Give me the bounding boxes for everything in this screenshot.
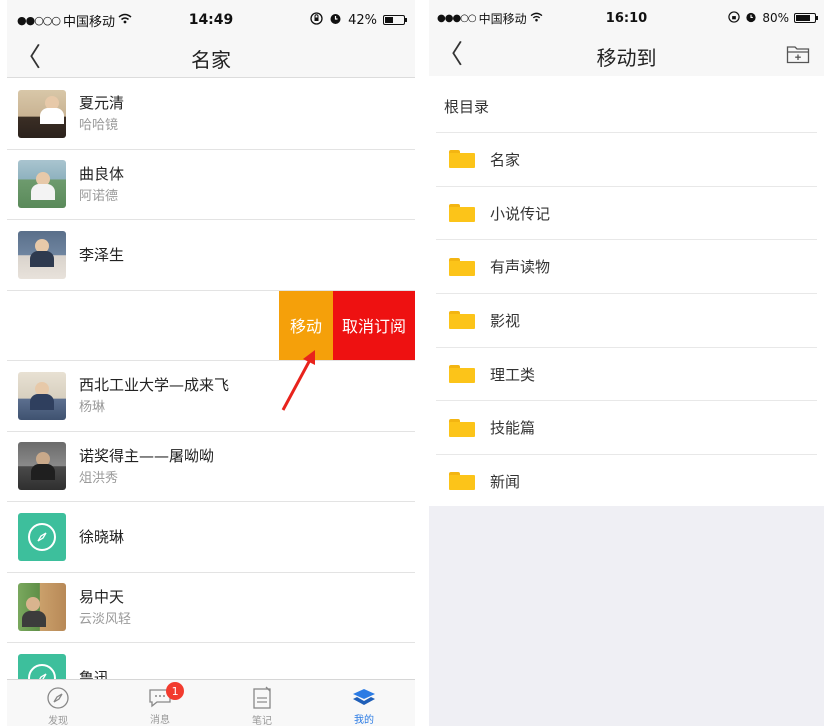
list-item[interactable]: 诺奖得主——屠呦呦 俎洪秀 <box>7 431 415 502</box>
list-item[interactable]: 徐晓琳 <box>7 502 415 573</box>
avatar <box>18 583 66 632</box>
compass-icon <box>28 522 56 551</box>
back-button[interactable]: 〈 <box>15 42 41 74</box>
folder-icon <box>449 472 475 491</box>
left-screen: ●●○○○ 中国移动 14:49 42% 〈 名家 夏元清 哈哈镜 曲良体 阿诺… <box>7 0 415 726</box>
item-name: 徐晓琳 <box>79 527 125 546</box>
status-bar: ●●●○○ 中国移动 16:10 80% <box>429 0 824 36</box>
folder-item[interactable]: 小说传记 <box>436 185 817 240</box>
folder-item[interactable]: 有声读物 <box>436 239 817 293</box>
item-sub: 云淡风轻 <box>79 611 132 627</box>
wifi-icon <box>118 13 132 28</box>
battery-icon <box>383 15 407 25</box>
carrier-label: 中国移动 <box>63 14 116 30</box>
tab-notes[interactable]: 笔记 <box>211 680 313 726</box>
folder-icon <box>449 311 475 330</box>
orientation-lock-icon <box>310 11 323 29</box>
item-name: 李泽生 <box>79 245 125 264</box>
swiped-list-item[interactable]: 移动 取消订阅 <box>7 290 415 361</box>
folder-icon <box>449 418 475 437</box>
status-bar: ●●○○○ 中国移动 14:49 42% <box>7 0 415 40</box>
item-sub: 哈哈镜 <box>79 118 119 134</box>
folder-name: 理工类 <box>490 365 536 384</box>
item-sub: 杨琳 <box>79 400 106 416</box>
new-folder-icon[interactable] <box>786 44 810 64</box>
tab-messages[interactable]: 1 消息 <box>109 680 211 726</box>
folder-name: 技能篇 <box>490 419 536 438</box>
folder-item[interactable]: 技能篇 <box>436 400 817 454</box>
unread-badge: 1 <box>166 682 185 700</box>
item-name: 易中天 <box>79 587 125 606</box>
tab-mine[interactable]: 我的 <box>313 680 415 726</box>
note-icon <box>249 686 275 710</box>
list-item[interactable]: 曲良体 阿诺德 <box>7 149 415 220</box>
root-directory[interactable]: 根目录 <box>429 80 824 132</box>
tab-discover[interactable]: 发现 <box>7 680 109 726</box>
avatar <box>18 230 66 279</box>
list-item[interactable]: 夏元清 哈哈镜 <box>7 79 415 150</box>
page-title: 名家 <box>191 48 231 72</box>
item-sub: 俎洪秀 <box>79 470 119 486</box>
avatar <box>18 512 66 561</box>
folder-list: 名家小说传记有声读物影视理工类技能篇新闻 <box>429 132 824 508</box>
folder-name: 影视 <box>490 311 521 330</box>
unsubscribe-button[interactable]: 取消订阅 <box>333 290 415 360</box>
alarm-icon <box>329 12 342 29</box>
compass-icon <box>45 686 71 710</box>
folder-name: 小说传记 <box>490 204 551 223</box>
signal-carrier: ●●○○○ 中国移动 <box>17 11 132 30</box>
folder-icon <box>449 257 475 276</box>
list-item[interactable]: 易中天 云淡风轻 <box>7 572 415 643</box>
folder-item[interactable]: 理工类 <box>436 346 817 401</box>
item-name: 曲良体 <box>79 164 125 183</box>
item-sub: 阿诺德 <box>79 188 119 204</box>
battery-percent: 42% <box>348 12 377 28</box>
nav-bar: 〈 名家 <box>7 40 415 78</box>
nav-bar: 〈 移动到 <box>429 36 824 76</box>
tab-label: 消息 <box>150 715 170 726</box>
avatar <box>18 442 66 491</box>
folder-icon <box>449 365 475 384</box>
folder-item[interactable]: 影视 <box>436 293 817 347</box>
back-button[interactable]: 〈 <box>437 38 463 72</box>
status-time: 16:10 <box>605 10 648 26</box>
avatar <box>18 160 66 209</box>
tab-bar: 发现 1 消息 笔记 我的 <box>7 679 415 726</box>
folder-icon <box>449 150 475 169</box>
stack-icon <box>351 686 377 709</box>
tab-label: 发现 <box>48 716 68 726</box>
folder-item[interactable]: 名家 <box>436 132 817 186</box>
list-item[interactable]: 西北工业大学—成来飞 杨琳 <box>7 361 415 432</box>
folder-name: 有声读物 <box>490 258 551 277</box>
avatar <box>18 89 66 138</box>
tab-label: 笔记 <box>252 716 272 726</box>
item-name: 诺奖得主——屠呦呦 <box>79 446 215 465</box>
folder-icon <box>449 204 475 223</box>
avatar <box>18 371 66 420</box>
tab-label: 我的 <box>354 715 374 726</box>
signal-icon: ●●○○○ <box>17 13 61 27</box>
page-title: 移动到 <box>596 45 657 70</box>
battery-icon <box>794 13 818 23</box>
item-name: 西北工业大学—成来飞 <box>79 376 230 395</box>
subscription-list: 夏元清 哈哈镜 曲良体 阿诺德 李泽生 移动 取消订阅 西北工业大学—成来飞 杨… <box>7 79 415 714</box>
item-name: 夏元清 <box>79 94 125 113</box>
list-item[interactable]: 李泽生 <box>7 220 415 291</box>
folder-name: 名家 <box>490 150 521 169</box>
folder-item[interactable]: 新闻 <box>436 454 817 508</box>
empty-area <box>429 506 824 726</box>
folder-name: 新闻 <box>490 472 521 491</box>
right-screen: ●●●○○ 中国移动 16:10 80% 〈 移动到 根目录 名家小说传记有声读… <box>429 0 824 726</box>
annotation-arrow-icon <box>281 350 315 411</box>
